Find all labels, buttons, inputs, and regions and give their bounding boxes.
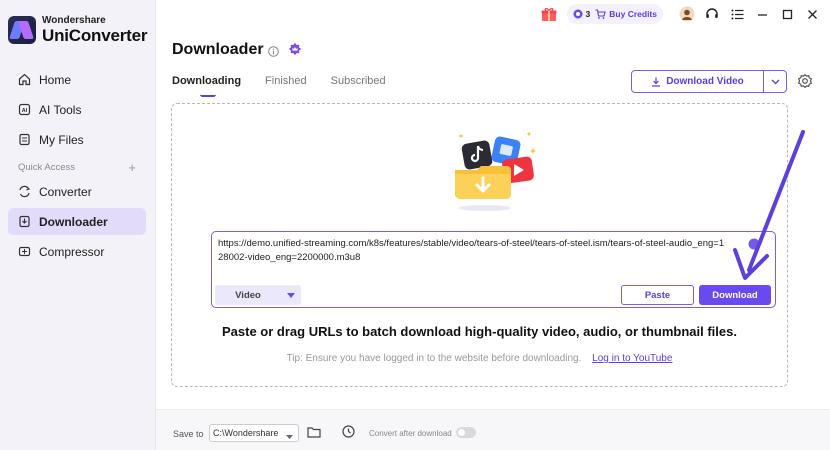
sidebar-item-label: My Files [39,132,84,147]
tab-finished[interactable]: Finished [265,75,307,87]
maximize-icon[interactable] [775,3,799,25]
page-title: Downloader [172,41,264,58]
download-button[interactable]: Download [699,285,771,305]
home-icon [17,73,31,87]
sidebar-item-my-files[interactable]: My Files [8,126,146,153]
sidebar-item-label: Home [39,72,72,87]
ai-tools-icon: AI [17,103,31,117]
convert-after-download-label: Convert after download [369,429,452,438]
sidebar-item-ai-tools[interactable]: AI AI Tools [8,96,146,123]
caret-down-icon [281,292,301,298]
format-select-label: Video [235,289,261,301]
compressor-icon [17,245,31,259]
sidebar-item-compressor[interactable]: Compressor [8,238,146,265]
video-platforms-illustration-icon [455,132,536,211]
download-video-button[interactable]: Download Video [632,71,764,92]
brand-sub-label: Wondershare [42,15,106,26]
svg-text:AI: AI [21,108,27,114]
url-input-box: https://demo.unified-streaming.com/k8s/f… [211,231,776,308]
minimize-icon[interactable] [750,3,774,25]
uniconverter-logo-icon [8,16,36,44]
close-icon[interactable] [800,3,824,25]
converter-icon [17,185,31,199]
credits-widget[interactable]: 3 Buy Credits [566,4,663,24]
drop-zone-headline: Paste or drag URLs to batch download hig… [222,324,737,339]
menu-icon[interactable] [725,3,749,25]
premium-badge-icon[interactable] [288,42,302,61]
save-path-value: C:\Wondershare [213,428,279,438]
tab-downloading[interactable]: Downloading [172,75,241,97]
support-headset-icon[interactable] [700,3,724,25]
download-video-label: Download Video [666,76,744,87]
save-path-select[interactable]: C:\Wondershare [209,424,299,442]
buy-credits-button[interactable]: Buy Credits [609,9,657,19]
credits-coin-icon [573,9,583,19]
tab-subscribed[interactable]: Subscribed [331,75,386,87]
credits-count: 3 [585,9,591,19]
quick-access-header: Quick Access + [8,156,146,178]
sidebar-item-label: Downloader [39,214,108,229]
info-icon[interactable] [268,44,279,62]
sidebar-item-label: AI Tools [39,102,82,117]
cart-icon [595,9,606,19]
sidebar-nav: Home AI AI Tools My Files Quick Access +… [8,66,146,268]
sidebar-item-converter[interactable]: Converter [8,178,146,205]
login-tip: Tip: Ensure you have logged in to the we… [171,353,788,364]
footer-bar: Save to C:\Wondershare Convert after dow… [156,409,830,450]
chevron-down-icon [771,79,779,84]
sidebar-item-label: Compressor [39,244,105,259]
gift-icon[interactable] [541,7,557,21]
paste-button[interactable]: Paste [621,285,694,305]
url-input[interactable]: https://demo.unified-streaming.com/k8s/f… [218,237,728,265]
format-select[interactable]: Video [215,285,301,305]
login-tip-text: Tip: Ensure you have logged in to the we… [286,353,582,364]
quick-access-label: Quick Access [18,161,76,173]
download-icon [652,77,661,87]
downloader-tabs: Downloading Finished Subscribed [172,75,410,97]
settings-gear-icon[interactable] [797,73,813,94]
download-video-split-button: Download Video [631,70,787,93]
save-to-label: Save to [173,429,204,439]
sidebar-item-label: Converter [39,184,92,199]
window-topbar: 3 Buy Credits [541,0,830,28]
app-logo: Wondershare UniConverter [8,16,147,44]
sidebar-item-home[interactable]: Home [8,66,146,93]
login-youtube-link[interactable]: Log in to YouTube [592,353,672,364]
downloader-icon [17,215,31,229]
avatar[interactable] [675,3,699,25]
open-folder-icon[interactable] [307,425,321,443]
sidebar: Wondershare UniConverter Home AI AI Tool… [0,0,156,450]
schedule-clock-icon[interactable] [342,425,355,443]
convert-after-download-toggle[interactable] [456,427,476,438]
my-files-icon [17,133,31,147]
sidebar-item-downloader[interactable]: Downloader [8,208,146,235]
download-options-dropdown[interactable] [764,71,786,92]
brand-main-label: UniConverter [42,26,148,45]
add-quick-access-icon[interactable]: + [128,160,136,175]
caret-down-icon [286,431,293,441]
